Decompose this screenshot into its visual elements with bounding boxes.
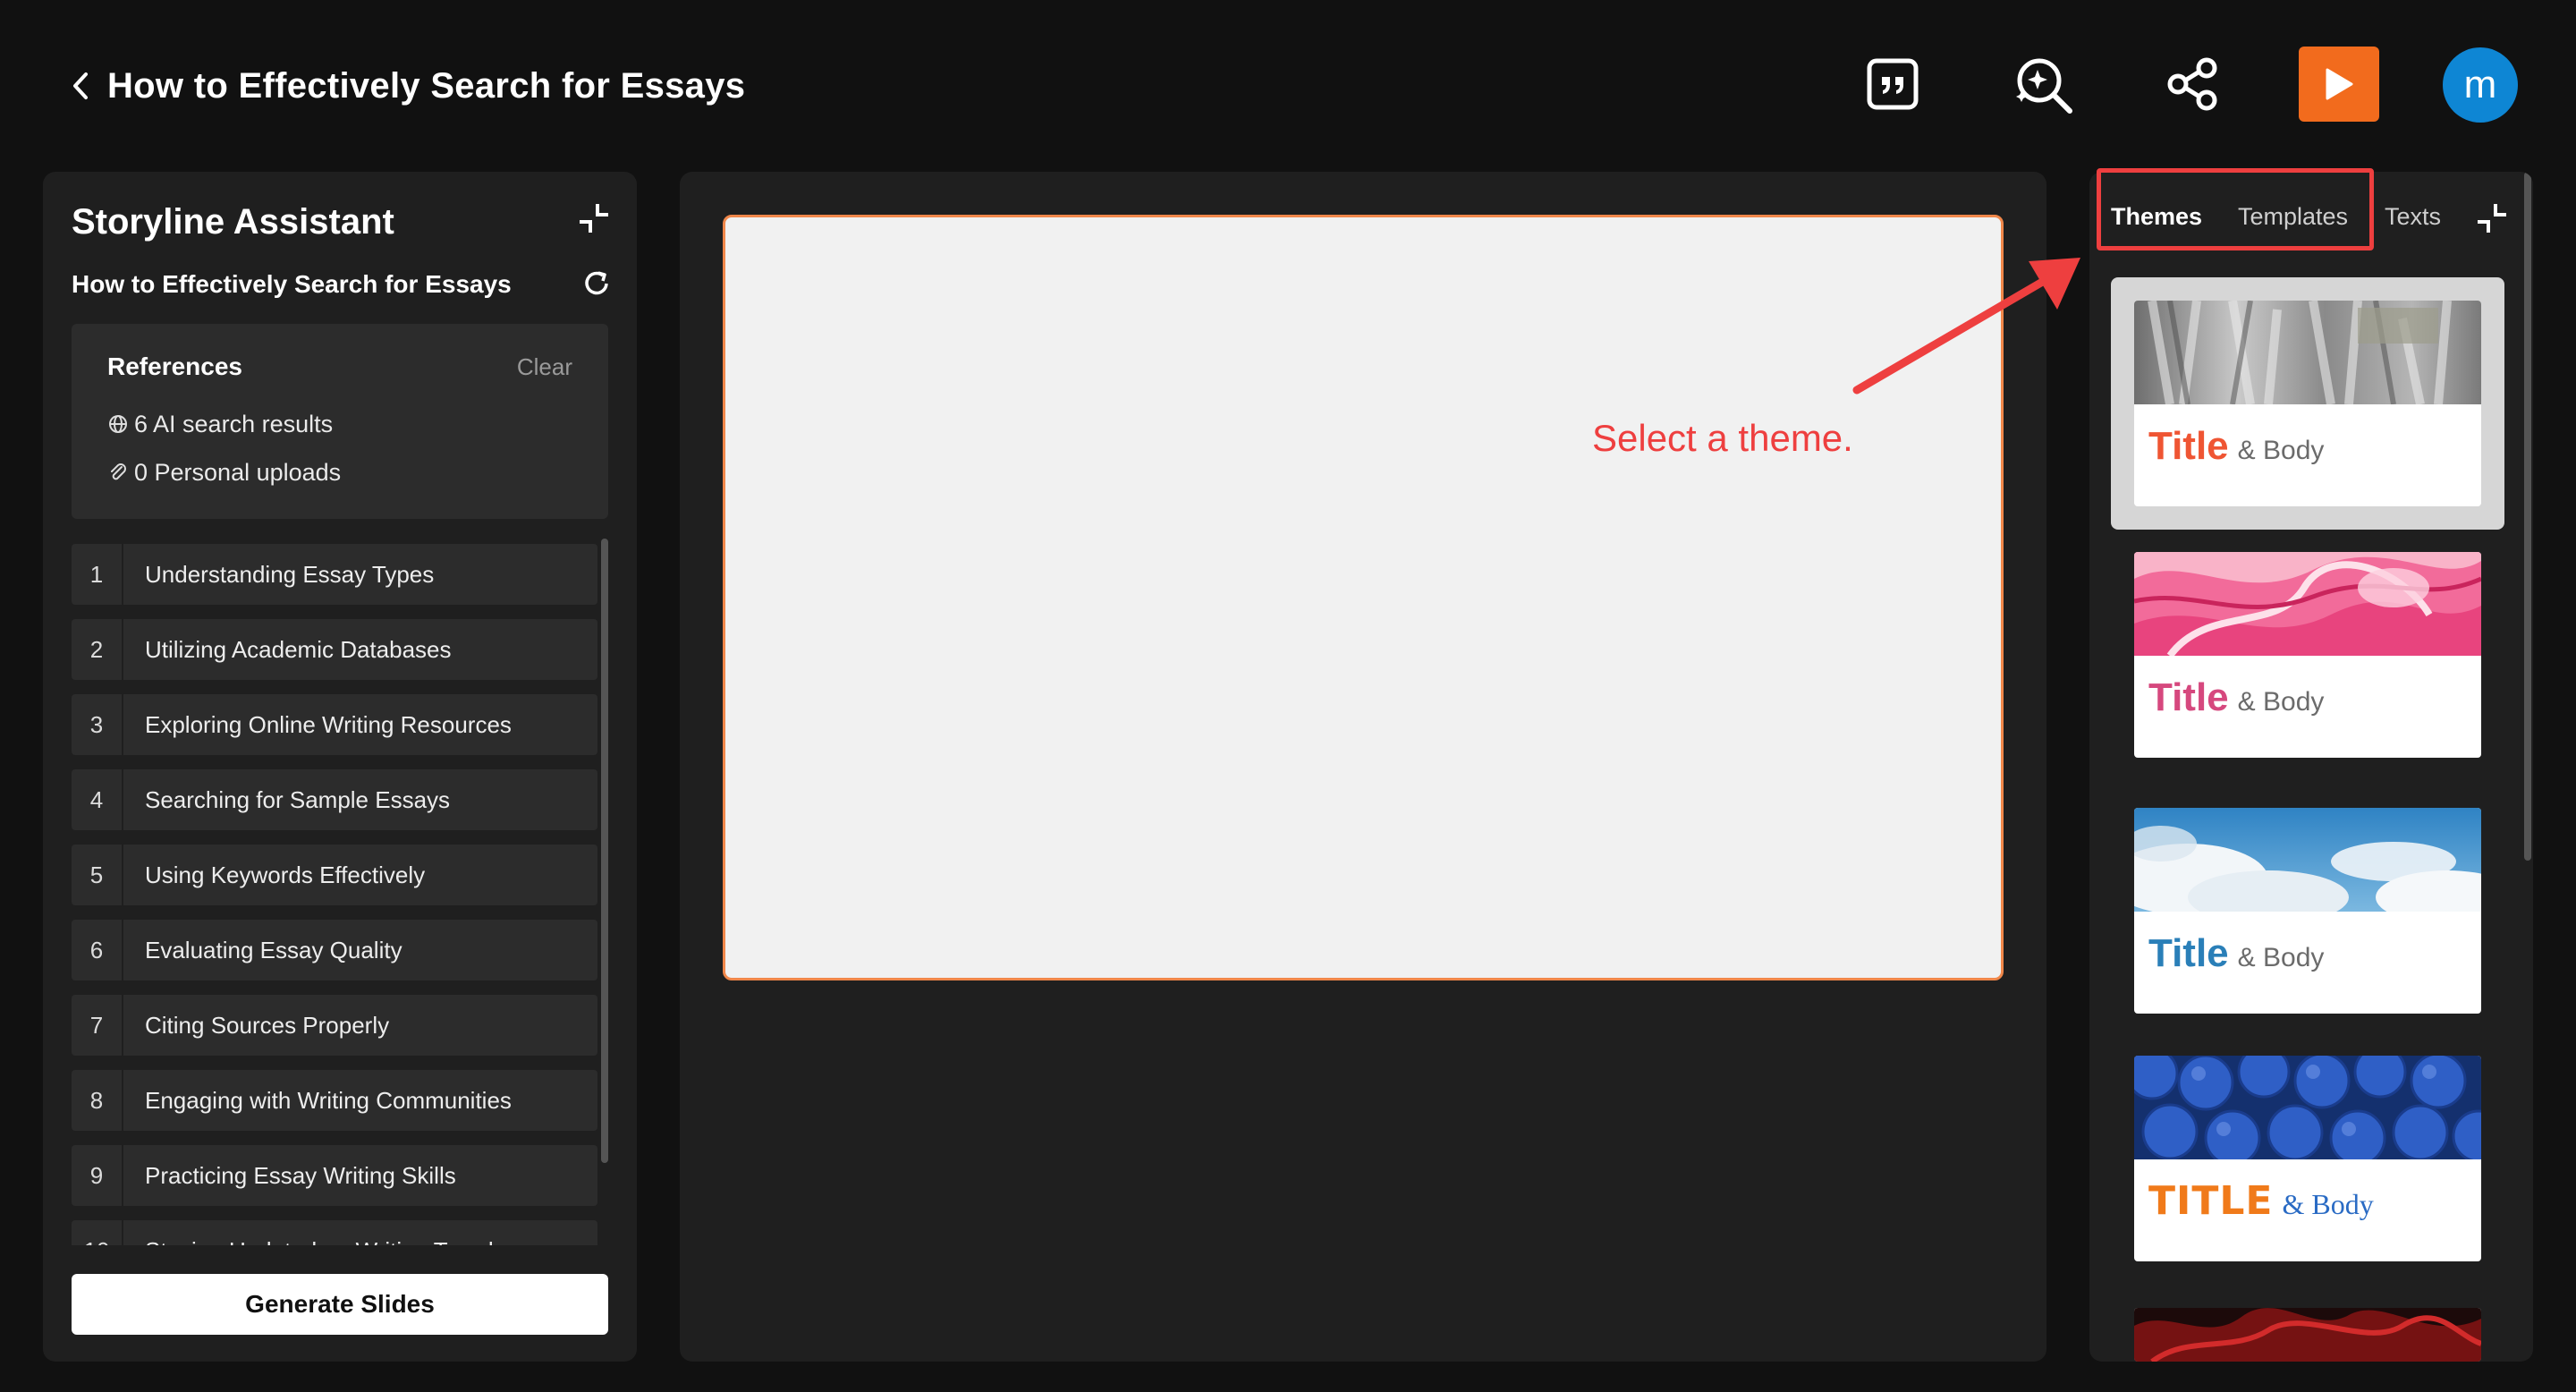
user-avatar[interactable]: m	[2443, 47, 2518, 123]
outline-item[interactable]: 9 Practicing Essay Writing Skills	[72, 1145, 597, 1206]
outline-item[interactable]: 8 Engaging with Writing Communities	[72, 1070, 597, 1131]
theme-thumbnail-gray-brush	[2134, 301, 2481, 404]
outline-number: 9	[72, 1145, 123, 1206]
collapse-design-panel-button[interactable]	[2472, 199, 2512, 238]
theme-title-sample: TITLE	[2148, 1178, 2274, 1224]
outline-item[interactable]: 3 Exploring Online Writing Resources	[72, 694, 597, 755]
play-icon	[2326, 68, 2353, 100]
design-panel: Themes Templates Texts Title & Body Titl…	[2089, 172, 2533, 1362]
theme-thumbnail-red-abstract	[2134, 1308, 2481, 1362]
theme-thumbnail-blueberries	[2134, 1056, 2481, 1159]
theme-sample-text: TITLE & Body	[2148, 1170, 2374, 1233]
outline-number: 1	[72, 544, 123, 605]
themes-scrollbar[interactable]	[2524, 172, 2531, 861]
uploads-count: 0 Personal uploads	[134, 459, 342, 486]
theme-body-sample: & Body	[2282, 1188, 2374, 1220]
outline-number: 3	[72, 694, 123, 755]
outline-item[interactable]: 6 Evaluating Essay Quality	[72, 920, 597, 980]
ai-search-icon	[2016, 58, 2072, 114]
outline-list[interactable]: 1 Understanding Essay Types 2 Utilizing …	[72, 544, 608, 1245]
outline-scrollbar[interactable]	[601, 539, 608, 1163]
outline-item[interactable]: 2 Utilizing Academic Databases	[72, 619, 597, 680]
tab-themes[interactable]: Themes	[2111, 199, 2202, 234]
theme-card[interactable]: TITLE & Body	[2134, 1056, 2481, 1261]
outline-item[interactable]: 10 Staying Updated on Writing Trends	[72, 1220, 597, 1245]
panel-title: Storyline Assistant	[72, 202, 394, 242]
ai-search-button[interactable]	[2005, 47, 2080, 122]
outline-label: Staying Updated on Writing Trends	[123, 1237, 505, 1246]
references-title: References	[107, 352, 242, 380]
share-icon	[2167, 57, 2217, 111]
present-button[interactable]	[2299, 47, 2379, 122]
outline-label: Evaluating Essay Quality	[145, 936, 402, 963]
citation-button[interactable]	[1855, 47, 1930, 122]
page-title: How to Effectively Search for Essays	[107, 66, 746, 106]
outline-item[interactable]: 1 Understanding Essay Types	[72, 544, 597, 605]
personal-uploads[interactable]: 0 Personal uploads	[107, 454, 341, 490]
slide-editor-area	[680, 172, 2046, 1362]
refresh-icon	[585, 271, 608, 295]
outline-number: 7	[72, 995, 123, 1056]
theme-body-sample: & Body	[2237, 943, 2325, 972]
theme-thumbnail-pink-marble	[2134, 552, 2481, 656]
annotation-text: Select a theme.	[1592, 417, 1853, 459]
theme-sample-text: Title & Body	[2148, 666, 2324, 729]
outline-label: Understanding Essay Types	[145, 560, 435, 588]
back-button[interactable]	[63, 59, 98, 113]
theme-card[interactable]: Title & Body	[2134, 552, 2481, 758]
slide-canvas[interactable]	[723, 215, 2004, 980]
tab-texts[interactable]: Texts	[2385, 199, 2441, 234]
collapse-panel-button[interactable]	[574, 199, 614, 238]
outline-item[interactable]: 5 Using Keywords Effectively	[72, 845, 597, 905]
outline-label: Practicing Essay Writing Skills	[145, 1161, 456, 1189]
theme-card[interactable]: Title & Body	[2134, 808, 2481, 1014]
outline-label: Exploring Online Writing Resources	[145, 710, 512, 738]
share-button[interactable]	[2156, 47, 2231, 122]
theme-title-sample: Title	[2148, 675, 2229, 719]
theme-sample-text: Title & Body	[2148, 922, 2324, 985]
outline-item[interactable]: 7 Citing Sources Properly	[72, 995, 597, 1056]
paperclip-icon	[111, 463, 126, 480]
outline-label: Citing Sources Properly	[145, 1011, 390, 1039]
theme-card[interactable]: Title & Body	[2134, 301, 2481, 506]
outline-label: Engaging with Writing Communities	[145, 1086, 512, 1114]
outline-number: 8	[72, 1070, 123, 1131]
theme-body-sample: & Body	[2237, 436, 2325, 465]
ai-search-results[interactable]: 6 AI search results	[107, 406, 333, 442]
theme-thumbnail-sky-clouds	[2134, 808, 2481, 912]
outline-number: 6	[72, 920, 123, 980]
outline-number: 5	[72, 845, 123, 905]
references-box: References Clear 6 AI search results 0 P…	[72, 324, 608, 519]
outline-item[interactable]: 4 Searching for Sample Essays	[72, 769, 597, 830]
outline-number: 10	[72, 1220, 123, 1245]
collapse-icon	[580, 204, 608, 233]
outline-label: Utilizing Academic Databases	[145, 635, 452, 663]
theme-title-sample: Title	[2148, 424, 2229, 468]
outline-label: Using Keywords Effectively	[145, 861, 426, 888]
globe-icon	[109, 415, 127, 433]
tab-templates[interactable]: Templates	[2238, 199, 2348, 234]
theme-card[interactable]	[2134, 1308, 2481, 1362]
clear-references-button[interactable]: Clear	[517, 349, 572, 385]
quote-icon	[1867, 58, 1919, 110]
outline-number: 2	[72, 619, 123, 680]
storyline-assistant-panel: Storyline Assistant How to Effectively S…	[43, 172, 637, 1362]
back-chevron-icon	[73, 72, 88, 99]
collapse-icon	[2478, 204, 2506, 233]
ai-results-count: 6 AI search results	[134, 411, 334, 437]
theme-title-sample: Title	[2148, 931, 2229, 975]
top-bar: How to Effectively Search for Essays m	[0, 0, 2576, 170]
theme-sample-text: Title & Body	[2148, 415, 2324, 478]
refresh-button[interactable]	[581, 268, 612, 299]
storyline-topic: How to Effectively Search for Essays	[72, 270, 512, 298]
outline-label: Searching for Sample Essays	[145, 785, 451, 813]
generate-slides-button[interactable]: Generate Slides	[72, 1274, 608, 1335]
theme-body-sample: & Body	[2237, 687, 2325, 717]
outline-number: 4	[72, 769, 123, 830]
